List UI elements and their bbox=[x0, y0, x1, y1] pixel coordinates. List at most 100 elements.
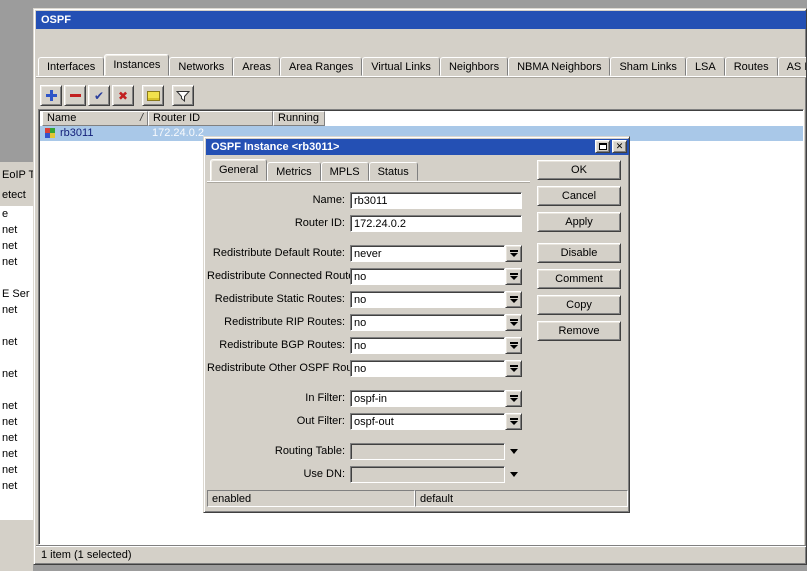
background-list-item: net bbox=[0, 446, 33, 462]
in-filter-label: In Filter: bbox=[207, 392, 345, 404]
column-header-router-id[interactable]: Router ID bbox=[148, 111, 273, 126]
redistribute-bgp-routes-input[interactable] bbox=[350, 337, 505, 354]
out-filter-dropdown-button[interactable] bbox=[505, 413, 522, 430]
in-filter-input[interactable] bbox=[350, 390, 505, 407]
background-panel-bottom bbox=[0, 520, 33, 571]
dropdown-arrow-icon bbox=[510, 417, 518, 426]
redistribute-default-route-input[interactable] bbox=[350, 245, 505, 262]
copy-button[interactable]: Copy bbox=[537, 295, 621, 315]
enable-button[interactable]: ✔ bbox=[88, 85, 110, 106]
tab-general[interactable]: General bbox=[210, 159, 267, 181]
column-header-label: Name bbox=[47, 112, 76, 124]
background-list-item: E Ser bbox=[0, 286, 33, 302]
comment-button[interactable]: Comment bbox=[537, 269, 621, 289]
funnel-icon bbox=[176, 90, 190, 102]
form-row: In Filter: bbox=[207, 389, 529, 412]
router-id-label: Router ID: bbox=[207, 217, 345, 229]
field-group: Name: Router ID: bbox=[207, 191, 529, 237]
sort-indicator-icon: / bbox=[140, 112, 143, 125]
remove-button[interactable] bbox=[64, 85, 86, 106]
redistribute-other-ospf-routes-input[interactable] bbox=[350, 360, 505, 377]
row-name-cell: rb3011 bbox=[60, 126, 93, 141]
background-list-item bbox=[0, 382, 33, 398]
ok-button[interactable]: OK bbox=[537, 160, 621, 180]
redistribute-static-routes-dropdown-button[interactable] bbox=[505, 291, 522, 308]
column-header-name[interactable]: Name / bbox=[42, 111, 148, 126]
form-row: Router ID: bbox=[207, 214, 529, 237]
in-filter-dropdown-button[interactable] bbox=[505, 390, 522, 407]
name-control bbox=[350, 192, 522, 209]
maximize-button[interactable] bbox=[595, 140, 610, 153]
tab-areas[interactable]: Areas bbox=[233, 57, 280, 76]
tab-mpls[interactable]: MPLS bbox=[321, 162, 369, 181]
redistribute-rip-routes-dropdown-button[interactable] bbox=[505, 314, 522, 331]
add-button[interactable] bbox=[40, 85, 62, 106]
background-list-item: net bbox=[0, 222, 33, 238]
ospf-instance-dialog: OSPF Instance <rb3011> ✕ GeneralMetricsM… bbox=[203, 136, 630, 513]
form-row: Redistribute BGP Routes: bbox=[207, 336, 529, 359]
use-dn-label: Use DN: bbox=[207, 468, 345, 480]
redistribute-default-route-control bbox=[350, 245, 522, 262]
tab-divider bbox=[36, 76, 806, 78]
dialog-status-enabled: enabled bbox=[207, 490, 415, 507]
name-label: Name: bbox=[207, 194, 345, 206]
redistribute-default-route-dropdown-button[interactable] bbox=[505, 245, 522, 262]
redistribute-connected-routes-dropdown-button[interactable] bbox=[505, 268, 522, 285]
redistribute-other-ospf-routes-label: Redistribute Other OSPF Routes: bbox=[207, 362, 345, 374]
dialog-status-default: default bbox=[415, 490, 628, 507]
dropdown-arrow-icon bbox=[510, 364, 518, 373]
tab-virtual-links[interactable]: Virtual Links bbox=[362, 57, 440, 76]
tab-neighbors[interactable]: Neighbors bbox=[440, 57, 508, 76]
remove-button[interactable]: Remove bbox=[537, 321, 621, 341]
redistribute-other-ospf-routes-dropdown-button[interactable] bbox=[505, 360, 522, 377]
tab-instances[interactable]: Instances bbox=[104, 54, 169, 76]
disable-button[interactable]: Disable bbox=[537, 243, 621, 263]
tab-routes[interactable]: Routes bbox=[725, 57, 778, 76]
background-panel: EoIP T etect bbox=[0, 162, 33, 206]
tab-interfaces[interactable]: Interfaces bbox=[38, 57, 104, 76]
column-header-running[interactable]: Running bbox=[273, 111, 325, 126]
dialog-titlebar-buttons: ✕ bbox=[595, 140, 627, 153]
dialog-titlebar[interactable]: OSPF Instance <rb3011> ✕ bbox=[206, 139, 629, 155]
status-bar: 1 item (1 selected) bbox=[36, 545, 806, 564]
redistribute-connected-routes-input[interactable] bbox=[350, 268, 505, 285]
name-input[interactable] bbox=[350, 192, 522, 209]
redistribute-static-routes-input[interactable] bbox=[350, 291, 505, 308]
tab-nbma-neighbors[interactable]: NBMA Neighbors bbox=[508, 57, 610, 76]
tab-metrics[interactable]: Metrics bbox=[267, 162, 320, 181]
form-row: Name: bbox=[207, 191, 529, 214]
redistribute-bgp-routes-dropdown-button[interactable] bbox=[505, 337, 522, 354]
disable-button[interactable]: ✖ bbox=[112, 85, 134, 106]
tab-lsa[interactable]: LSA bbox=[686, 57, 725, 76]
field-group: Routing Table:Use DN: bbox=[207, 442, 529, 488]
apply-button[interactable]: Apply bbox=[537, 212, 621, 232]
form-row: Out Filter: bbox=[207, 412, 529, 435]
ospf-window-titlebar[interactable]: OSPF bbox=[36, 11, 806, 29]
tab-networks[interactable]: Networks bbox=[169, 57, 233, 76]
dialog-title: OSPF Instance <rb3011> bbox=[211, 141, 339, 153]
redistribute-rip-routes-input[interactable] bbox=[350, 314, 505, 331]
redistribute-other-ospf-routes-control bbox=[350, 360, 522, 377]
tab-status[interactable]: Status bbox=[369, 162, 418, 181]
filter-button[interactable] bbox=[172, 85, 194, 106]
cancel-button[interactable]: Cancel bbox=[537, 186, 621, 206]
background-list-item: net bbox=[0, 414, 33, 430]
tab-sham-links[interactable]: Sham Links bbox=[610, 57, 685, 76]
dropdown-arrow-icon bbox=[510, 272, 518, 281]
dropdown-arrow-icon bbox=[510, 295, 518, 304]
redistribute-bgp-routes-label: Redistribute BGP Routes: bbox=[207, 339, 345, 351]
redistribute-rip-routes-control bbox=[350, 314, 522, 331]
router-id-input[interactable] bbox=[350, 215, 522, 232]
out-filter-input[interactable] bbox=[350, 413, 505, 430]
dropdown-arrow-icon bbox=[510, 318, 518, 327]
field-group: In Filter: Out Filter: bbox=[207, 389, 529, 435]
close-button[interactable]: ✕ bbox=[612, 140, 627, 153]
form-row: Use DN: bbox=[207, 465, 529, 488]
tab-as-border-routers[interactable]: AS Border Routers bbox=[778, 57, 806, 76]
tab-area-ranges[interactable]: Area Ranges bbox=[280, 57, 362, 76]
cross-icon: ✖ bbox=[118, 90, 128, 102]
out-filter-control bbox=[350, 413, 522, 430]
comment-button[interactable] bbox=[142, 85, 164, 106]
out-filter-label: Out Filter: bbox=[207, 415, 345, 427]
background-list-item: net bbox=[0, 302, 33, 318]
